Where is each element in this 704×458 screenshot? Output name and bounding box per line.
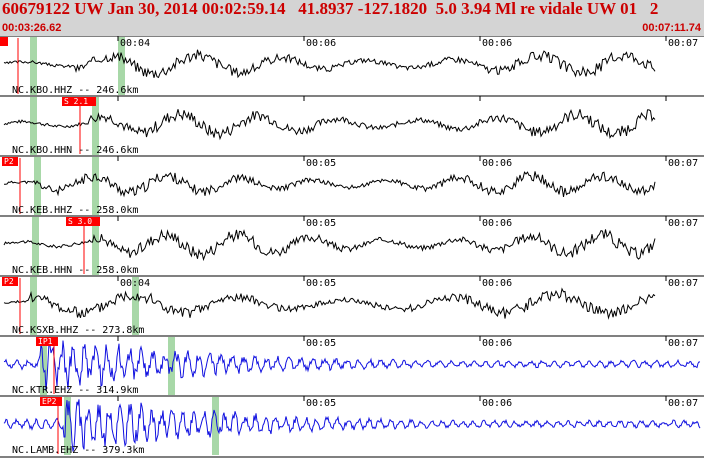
pick-label: EP2 (42, 397, 57, 406)
pick-label: P2 (4, 277, 14, 286)
waveform-trace (3, 287, 656, 320)
time-tick-label: 00:05 (306, 278, 336, 289)
trace-row[interactable]: 00:05 00:06 00:07 IP1 NC.KTR.EHZ -- 314.9km (0, 335, 704, 396)
time-tick-label: 00:07 (668, 338, 698, 349)
event-title: 60679122 UW Jan 30, 2014 00:02:59.14 41.… (2, 0, 659, 18)
station-label: NC.KSXB.HHZ -- 273.8km (12, 325, 144, 336)
seismogram-panel[interactable]: 00:04 00:06 00:06 00:07 NC.KBO.HHZ -- 246.6k… (0, 36, 704, 458)
time-tick-label: 00:06 (482, 398, 512, 409)
pick-label: S 2.1 (64, 97, 88, 106)
time-tick-label: 00:05 (306, 218, 336, 229)
pick-label: P2 (4, 157, 14, 166)
waveform-trace (3, 49, 656, 79)
waveform-trace (3, 340, 701, 391)
waveform-trace (4, 171, 656, 198)
station-label: NC.KTR.EHZ -- 314.9km (12, 385, 138, 396)
waveform-trace (3, 109, 656, 141)
station-label: NC.KBO.HHN -- 246.6km (12, 145, 138, 156)
pick-label: IP1 (38, 337, 53, 346)
waveform-trace (3, 399, 701, 452)
event-header: 60679122 UW Jan 30, 2014 00:02:59.14 41.… (0, 0, 704, 36)
time-tick-label: 00:05 (306, 158, 336, 169)
time-tick-label: 00:06 (482, 218, 512, 229)
trace-row[interactable]: 00:05 00:06 00:07 S 3.0 NC.KEB.HHN -- 258.0k… (0, 215, 704, 276)
time-tick-label: 00:07 (668, 398, 698, 409)
phase-window-band (168, 337, 175, 395)
time-tick-label: 00:05 (306, 338, 336, 349)
time-tick-label: 00:06 (306, 38, 336, 49)
pick-label: S 3.0 (68, 217, 92, 226)
time-tick-label: 00:04 (120, 278, 150, 289)
time-tick-label: 00:07 (668, 38, 698, 49)
time-tick-label: 00:06 (482, 278, 512, 289)
trace-row[interactable]: 00:05 00:06 00:07 P2 NC.KEB.HHZ -- 258.0km (0, 155, 704, 216)
time-tick-label: 00:07 (668, 158, 698, 169)
waveform-trace (3, 228, 656, 262)
trace-row[interactable]: 00:04 00:06 00:06 00:07 NC.KBO.HHZ -- 246.6k… (0, 36, 704, 96)
time-tick-label: 00:07 (668, 218, 698, 229)
station-label: NC.KBO.HHZ -- 246.6km (12, 85, 138, 96)
time-tick-label: 00:04 (120, 38, 150, 49)
time-tick-label: 00:05 (306, 398, 336, 409)
time-tick-label: 00:06 (482, 158, 512, 169)
phase-window-band (212, 397, 219, 455)
pick-box[interactable] (0, 37, 8, 46)
window-end-time: 00:07:11.74 (642, 22, 701, 34)
trace-row[interactable]: S 2.1 NC.KBO.HHN -- 246.6km (0, 95, 704, 156)
time-tick-label: 00:07 (668, 278, 698, 289)
station-label: NC.KEB.HHZ -- 258.0km (12, 205, 138, 216)
time-tick-label: 00:06 (482, 338, 512, 349)
trace-row[interactable]: 00:04 00:05 00:06 00:07 P2 NC.KSXB.HHZ -- 273… (0, 275, 704, 336)
time-tick-label: 00:06 (482, 38, 512, 49)
station-label: NC.LAMB.EHZ -- 379.3km (12, 445, 144, 456)
window-start-time: 00:03:26.62 (2, 22, 62, 34)
trace-row[interactable]: 00:05 00:06 00:07 EP2 NC.LAMB.EHZ -- 379.3km (0, 395, 704, 456)
station-label: NC.KEB.HHN -- 258.0km (12, 265, 138, 276)
